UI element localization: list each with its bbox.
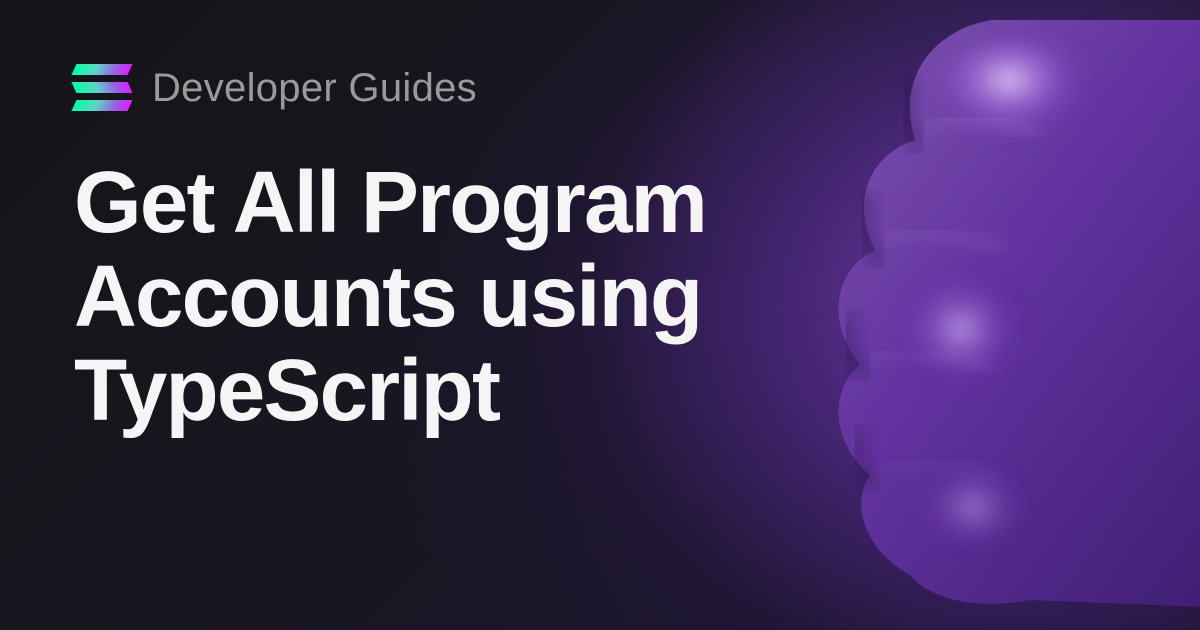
- subtitle: Developer Guides: [152, 66, 477, 111]
- header: Developer Guides: [74, 64, 894, 112]
- solana-logo-icon: [74, 64, 130, 112]
- content-area: Developer Guides Get All Program Account…: [74, 64, 894, 438]
- banner-card: Developer Guides Get All Program Account…: [0, 0, 1200, 630]
- page-title: Get All Program Accounts using TypeScrip…: [74, 156, 894, 438]
